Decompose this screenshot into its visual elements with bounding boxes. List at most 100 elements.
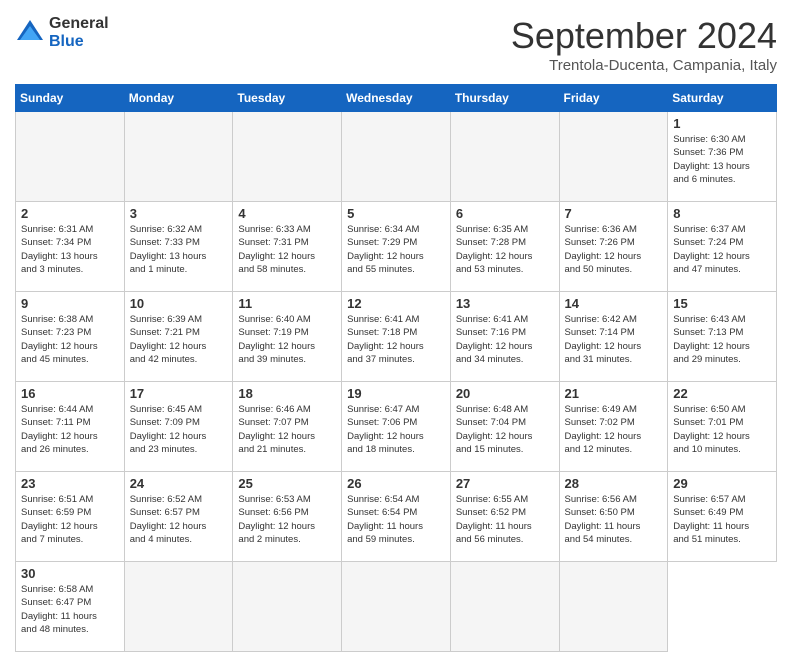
day-info: Sunrise: 6:44 AM Sunset: 7:11 PM Dayligh… bbox=[21, 403, 119, 456]
day-number: 12 bbox=[347, 296, 445, 311]
page-header: General Blue September 2024 Trentola-Duc… bbox=[15, 15, 777, 74]
table-row: 28Sunrise: 6:56 AM Sunset: 6:50 PM Dayli… bbox=[559, 472, 668, 562]
day-info: Sunrise: 6:45 AM Sunset: 7:09 PM Dayligh… bbox=[130, 403, 228, 456]
day-info: Sunrise: 6:53 AM Sunset: 6:56 PM Dayligh… bbox=[238, 493, 336, 546]
day-number: 4 bbox=[238, 206, 336, 221]
table-row: 25 Sunrise: 6:53 AM Sunset: 6:56 PM Dayli… bbox=[233, 472, 342, 562]
day-info: Sunrise: 6:40 AM Sunset: 7:19 PM Dayligh… bbox=[238, 313, 336, 366]
calendar-row: 23Sunrise: 6:51 AM Sunset: 6:59 PM Dayli… bbox=[16, 472, 777, 562]
table-row bbox=[450, 112, 559, 202]
table-row: 12 Sunrise: 6:41 AM Sunset: 7:18 PM Dayli… bbox=[342, 292, 451, 382]
header-wednesday: Wednesday bbox=[342, 85, 451, 112]
calendar-row: 9Sunrise: 6:38 AM Sunset: 7:23 PM Daylig… bbox=[16, 292, 777, 382]
table-row: 8Sunrise: 6:37 AM Sunset: 7:24 PM Daylig… bbox=[668, 202, 777, 292]
day-info: Sunrise: 6:58 AM Sunset: 6:47 PM Dayligh… bbox=[21, 583, 119, 636]
logo-icon bbox=[15, 18, 45, 48]
day-number: 24 bbox=[130, 476, 228, 491]
day-number: 3 bbox=[130, 206, 228, 221]
day-info: Sunrise: 6:38 AM Sunset: 7:23 PM Dayligh… bbox=[21, 313, 119, 366]
day-info: Sunrise: 6:43 AM Sunset: 7:13 PM Dayligh… bbox=[673, 313, 771, 366]
day-number: 27 bbox=[456, 476, 554, 491]
table-row bbox=[342, 562, 451, 652]
day-info: Sunrise: 6:32 AM Sunset: 7:33 PM Dayligh… bbox=[130, 223, 228, 276]
day-info: Sunrise: 6:34 AM Sunset: 7:29 PM Dayligh… bbox=[347, 223, 445, 276]
table-row: 16 Sunrise: 6:44 AM Sunset: 7:11 PM Dayli… bbox=[16, 382, 125, 472]
day-number: 5 bbox=[347, 206, 445, 221]
table-row: 10 Sunrise: 6:39 AM Sunset: 7:21 PM Dayli… bbox=[124, 292, 233, 382]
day-number: 13 bbox=[456, 296, 554, 311]
day-info: Sunrise: 6:51 AM Sunset: 6:59 PM Dayligh… bbox=[21, 493, 119, 546]
day-number: 10 bbox=[130, 296, 228, 311]
logo: General Blue bbox=[15, 15, 109, 50]
day-info: Sunrise: 6:33 AM Sunset: 7:31 PM Dayligh… bbox=[238, 223, 336, 276]
table-row: 23Sunrise: 6:51 AM Sunset: 6:59 PM Dayli… bbox=[16, 472, 125, 562]
day-info: Sunrise: 6:42 AM Sunset: 7:14 PM Dayligh… bbox=[565, 313, 663, 366]
day-number: 28 bbox=[565, 476, 663, 491]
table-row: 7Sunrise: 6:36 AM Sunset: 7:26 PM Daylig… bbox=[559, 202, 668, 292]
table-row bbox=[559, 562, 668, 652]
calendar-row: 2 Sunrise: 6:31 AM Sunset: 7:34 PM Daylig… bbox=[16, 202, 777, 292]
day-info: Sunrise: 6:30 AM Sunset: 7:36 PM Dayligh… bbox=[673, 133, 771, 186]
table-row: 29 Sunrise: 6:57 AM Sunset: 6:49 PM Dayli… bbox=[668, 472, 777, 562]
day-info: Sunrise: 6:49 AM Sunset: 7:02 PM Dayligh… bbox=[565, 403, 663, 456]
day-number: 29 bbox=[673, 476, 771, 491]
header-monday: Monday bbox=[124, 85, 233, 112]
day-number: 17 bbox=[130, 386, 228, 401]
calendar-table: Sunday Monday Tuesday Wednesday Thursday… bbox=[15, 84, 777, 652]
day-info: Sunrise: 6:39 AM Sunset: 7:21 PM Dayligh… bbox=[130, 313, 228, 366]
day-number: 30 bbox=[21, 566, 119, 581]
table-row bbox=[16, 112, 125, 202]
table-row: 3 Sunrise: 6:32 AM Sunset: 7:33 PM Daylig… bbox=[124, 202, 233, 292]
day-number: 25 bbox=[238, 476, 336, 491]
table-row: 19Sunrise: 6:47 AM Sunset: 7:06 PM Dayli… bbox=[342, 382, 451, 472]
header-friday: Friday bbox=[559, 85, 668, 112]
day-info: Sunrise: 6:55 AM Sunset: 6:52 PM Dayligh… bbox=[456, 493, 554, 546]
table-row: 2 Sunrise: 6:31 AM Sunset: 7:34 PM Daylig… bbox=[16, 202, 125, 292]
header-tuesday: Tuesday bbox=[233, 85, 342, 112]
logo-text: General Blue bbox=[49, 15, 109, 50]
table-row: 13 Sunrise: 6:41 AM Sunset: 7:16 PM Dayli… bbox=[450, 292, 559, 382]
table-row: 9Sunrise: 6:38 AM Sunset: 7:23 PM Daylig… bbox=[16, 292, 125, 382]
table-row: 14Sunrise: 6:42 AM Sunset: 7:14 PM Dayli… bbox=[559, 292, 668, 382]
title-area: September 2024 Trentola-Ducenta, Campani… bbox=[511, 15, 777, 74]
table-row bbox=[450, 562, 559, 652]
logo-blue: Blue bbox=[49, 33, 109, 51]
table-row: 6Sunrise: 6:35 AM Sunset: 7:28 PM Daylig… bbox=[450, 202, 559, 292]
day-info: Sunrise: 6:46 AM Sunset: 7:07 PM Dayligh… bbox=[238, 403, 336, 456]
table-row: 27 Sunrise: 6:55 AM Sunset: 6:52 PM Dayli… bbox=[450, 472, 559, 562]
table-row: 11Sunrise: 6:40 AM Sunset: 7:19 PM Dayli… bbox=[233, 292, 342, 382]
day-number: 26 bbox=[347, 476, 445, 491]
table-row bbox=[233, 112, 342, 202]
weekday-header-row: Sunday Monday Tuesday Wednesday Thursday… bbox=[16, 85, 777, 112]
day-info: Sunrise: 6:50 AM Sunset: 7:01 PM Dayligh… bbox=[673, 403, 771, 456]
day-number: 21 bbox=[565, 386, 663, 401]
day-number: 7 bbox=[565, 206, 663, 221]
table-row: 21 Sunrise: 6:49 AM Sunset: 7:02 PM Dayli… bbox=[559, 382, 668, 472]
table-row: 22 Sunrise: 6:50 AM Sunset: 7:01 PM Dayli… bbox=[668, 382, 777, 472]
day-number: 20 bbox=[456, 386, 554, 401]
day-info: Sunrise: 6:57 AM Sunset: 6:49 PM Dayligh… bbox=[673, 493, 771, 546]
day-number: 22 bbox=[673, 386, 771, 401]
day-number: 16 bbox=[21, 386, 119, 401]
day-info: Sunrise: 6:48 AM Sunset: 7:04 PM Dayligh… bbox=[456, 403, 554, 456]
logo-general: General bbox=[49, 15, 109, 33]
table-row bbox=[124, 562, 233, 652]
header-thursday: Thursday bbox=[450, 85, 559, 112]
day-number: 2 bbox=[21, 206, 119, 221]
month-title: September 2024 bbox=[511, 15, 777, 57]
day-number: 15 bbox=[673, 296, 771, 311]
day-number: 1 bbox=[673, 116, 771, 131]
table-row: 26Sunrise: 6:54 AM Sunset: 6:54 PM Dayli… bbox=[342, 472, 451, 562]
day-info: Sunrise: 6:52 AM Sunset: 6:57 PM Dayligh… bbox=[130, 493, 228, 546]
day-info: Sunrise: 6:41 AM Sunset: 7:16 PM Dayligh… bbox=[456, 313, 554, 366]
day-info: Sunrise: 6:41 AM Sunset: 7:18 PM Dayligh… bbox=[347, 313, 445, 366]
location: Trentola-Ducenta, Campania, Italy bbox=[511, 57, 777, 74]
table-row: 1 Sunrise: 6:30 AM Sunset: 7:36 PM Daylig… bbox=[668, 112, 777, 202]
table-row bbox=[559, 112, 668, 202]
table-row: 18 Sunrise: 6:46 AM Sunset: 7:07 PM Dayli… bbox=[233, 382, 342, 472]
day-info: Sunrise: 6:31 AM Sunset: 7:34 PM Dayligh… bbox=[21, 223, 119, 276]
day-number: 18 bbox=[238, 386, 336, 401]
day-info: Sunrise: 6:37 AM Sunset: 7:24 PM Dayligh… bbox=[673, 223, 771, 276]
day-info: Sunrise: 6:35 AM Sunset: 7:28 PM Dayligh… bbox=[456, 223, 554, 276]
table-row bbox=[342, 112, 451, 202]
